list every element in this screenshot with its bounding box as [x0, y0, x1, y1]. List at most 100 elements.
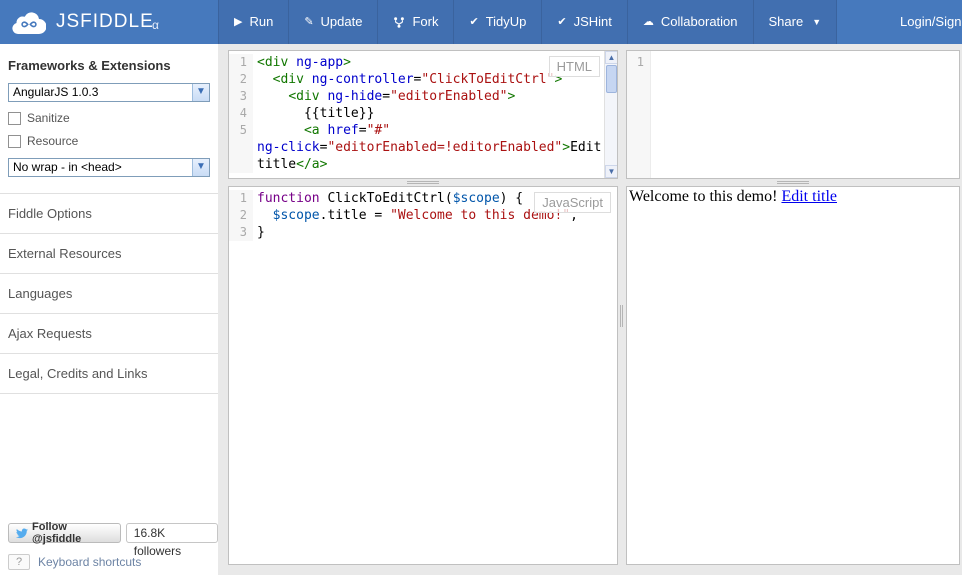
line-number: 2 — [229, 71, 253, 88]
nav-item-tidyup[interactable]: ✔ TidyUp — [453, 0, 542, 44]
nav-item-label: Share — [768, 14, 804, 29]
share-caret-icon: ▼ — [812, 17, 822, 27]
nav-item-run[interactable]: ▶ Run — [218, 0, 289, 44]
line-number: 1 — [627, 54, 651, 71]
nav-item-collaboration[interactable]: ☁ Collaboration — [626, 0, 753, 44]
sidebar-section-fiddle-options[interactable]: Fiddle Options — [0, 193, 218, 233]
wrap-select-value: No wrap - in <head> — [13, 160, 122, 174]
tidyup-icon: ✔ — [469, 15, 479, 28]
code-line[interactable]: 1 — [627, 54, 959, 71]
line-number: 2 — [229, 207, 253, 224]
update-icon: ✎ — [304, 15, 314, 28]
code-text: title</a> — [257, 157, 328, 172]
brand-alpha-badge: α — [152, 18, 159, 32]
code-text: ng-click="editorEnabled=!editorEnabled">… — [257, 140, 602, 155]
scroll-up-icon[interactable]: ▲ — [605, 51, 617, 64]
sidebar-section-legal-credits-and-links[interactable]: Legal, Credits and Links — [0, 353, 218, 394]
jsfiddle-logo-icon[interactable] — [12, 9, 46, 35]
checkbox-sanitize[interactable]: Sanitize — [8, 111, 210, 125]
checkbox-icon[interactable] — [8, 111, 21, 125]
result-text: Welcome to this demo! — [629, 188, 782, 205]
nav-item-label: Collaboration — [660, 14, 738, 29]
twitter-widget: Follow @jsfiddle 16.8K followers — [8, 521, 218, 558]
chevron-down-icon: ▼ — [192, 84, 209, 101]
js-editor-panel[interactable]: JavaScript 1 function ClickToEditCtrl($sc… — [228, 186, 618, 565]
jshint-icon: ✔ — [557, 15, 567, 28]
horizontal-splitter-right[interactable] — [626, 179, 960, 186]
sidebar-section-ajax-requests[interactable]: Ajax Requests — [0, 313, 218, 353]
code-text: } — [257, 225, 265, 240]
keyboard-shortcuts-link[interactable]: Keyboard shortcuts — [38, 555, 141, 569]
code-line[interactable]: ng-click="editorEnabled=!editorEnabled">… — [229, 139, 617, 156]
line-number: 5 — [229, 122, 253, 139]
splitter-grip — [777, 181, 809, 184]
code-text: {{title}} — [257, 106, 375, 121]
nav-item-jshint[interactable]: ✔ JSHint — [541, 0, 627, 44]
html-editor-scrollbar[interactable]: ▲ ▼ — [604, 51, 617, 178]
nav-item-update[interactable]: ✎ Update — [288, 0, 378, 44]
css-code-area[interactable]: 1 — [627, 51, 959, 178]
keyboard-shortcuts-row: ? Keyboard shortcuts — [8, 554, 141, 570]
sidebar-sections: Fiddle Options External Resources Language… — [0, 193, 218, 394]
code-line[interactable]: 4 {{title}} — [229, 105, 617, 122]
twitter-bird-icon — [16, 528, 29, 538]
line-number — [229, 156, 253, 173]
question-key-icon[interactable]: ? — [8, 554, 30, 570]
code-text: $scope.title = "Welcome to this demo!", — [272, 208, 578, 223]
login-signup-link[interactable]: Login/Sign up — [900, 0, 962, 44]
nav-item-fork[interactable]: Fork — [377, 0, 454, 44]
scrollbar-thumb[interactable] — [606, 65, 617, 93]
result-panel: Welcome to this demo! Edit title — [626, 186, 960, 565]
html-editor-panel[interactable]: HTML 1 <div ng-app> 2 <div ng-controller="… — [228, 50, 618, 179]
code-text: <div ng-app> — [257, 55, 351, 70]
top-navbar: JSFIDDLE α ▶ Run ✎ Update Fork ✔ TidyUp ✔ JSHint… — [0, 0, 962, 44]
nav-item-label: TidyUp — [485, 14, 527, 29]
jsfiddle-app: JSFIDDLE α ▶ Run ✎ Update Fork ✔ TidyUp ✔ JSHint… — [0, 0, 962, 575]
collaboration-icon: ☁ — [642, 15, 654, 28]
scroll-down-icon[interactable]: ▼ — [605, 165, 617, 178]
line-number: 4 — [229, 105, 253, 122]
code-line[interactable]: 3 <div ng-hide="editorEnabled"> — [229, 88, 617, 105]
run-icon: ▶ — [234, 15, 243, 28]
followers-count-badge: 16.8K followers — [125, 523, 218, 558]
code-text: <a href="#" — [303, 123, 391, 138]
splitter-grip — [407, 181, 439, 184]
nav-item-label: Fork — [412, 14, 439, 29]
nav-item-share[interactable]: Share ▼ — [752, 0, 838, 44]
sidebar-section-languages[interactable]: Languages — [0, 273, 218, 313]
code-text: <div ng-controller="ClickToEditCtrl"> — [272, 72, 563, 87]
line-number — [229, 139, 253, 156]
css-editor-panel[interactable]: 1 — [626, 50, 960, 179]
code-line[interactable]: title</a> — [229, 156, 617, 173]
code-line[interactable]: 5 <a href="#" — [229, 122, 617, 139]
chevron-down-icon: ▼ — [192, 159, 209, 176]
wrap-select[interactable]: No wrap - in <head> ▼ — [8, 158, 210, 177]
code-text: function ClickToEditCtrl($scope) { — [257, 191, 524, 206]
sidebar-section-external-resources[interactable]: External Resources — [0, 233, 218, 273]
framework-options: Sanitize Resource — [0, 111, 218, 148]
framework-select[interactable]: AngularJS 1.0.3 ▼ — [8, 83, 210, 102]
brand-title[interactable]: JSFIDDLE — [56, 11, 154, 33]
vertical-splitter[interactable] — [618, 50, 626, 565]
left-sidebar: Frameworks & Extensions AngularJS 1.0.3 … — [0, 44, 218, 575]
splitter-grip — [620, 305, 623, 327]
nav-item-label: Update — [320, 14, 363, 29]
nav-item-label: Run — [249, 14, 274, 29]
checkbox-label: Sanitize — [27, 111, 70, 125]
line-number: 1 — [229, 190, 253, 207]
checkbox-resource[interactable]: Resource — [8, 134, 210, 148]
js-code-area[interactable]: 1 function ClickToEditCtrl($scope) { 2 $sc… — [229, 187, 617, 564]
follow-button-label: Follow @jsfiddle — [32, 521, 82, 545]
edit-title-link[interactable]: Edit title — [781, 188, 837, 205]
checkbox-icon[interactable] — [8, 134, 21, 148]
horizontal-splitter-left[interactable] — [228, 179, 618, 186]
checkbox-label: Resource — [27, 134, 79, 148]
html-panel-label: HTML — [548, 56, 600, 77]
fork-icon — [393, 16, 405, 29]
frameworks-heading: Frameworks & Extensions — [8, 58, 171, 73]
follow-jsfiddle-button[interactable]: Follow @jsfiddle — [8, 521, 121, 545]
js-panel-label: JavaScript — [534, 192, 611, 213]
nav-item-label: JSHint — [573, 14, 612, 29]
code-line[interactable]: 3} — [229, 224, 617, 241]
line-number: 1 — [229, 54, 253, 71]
